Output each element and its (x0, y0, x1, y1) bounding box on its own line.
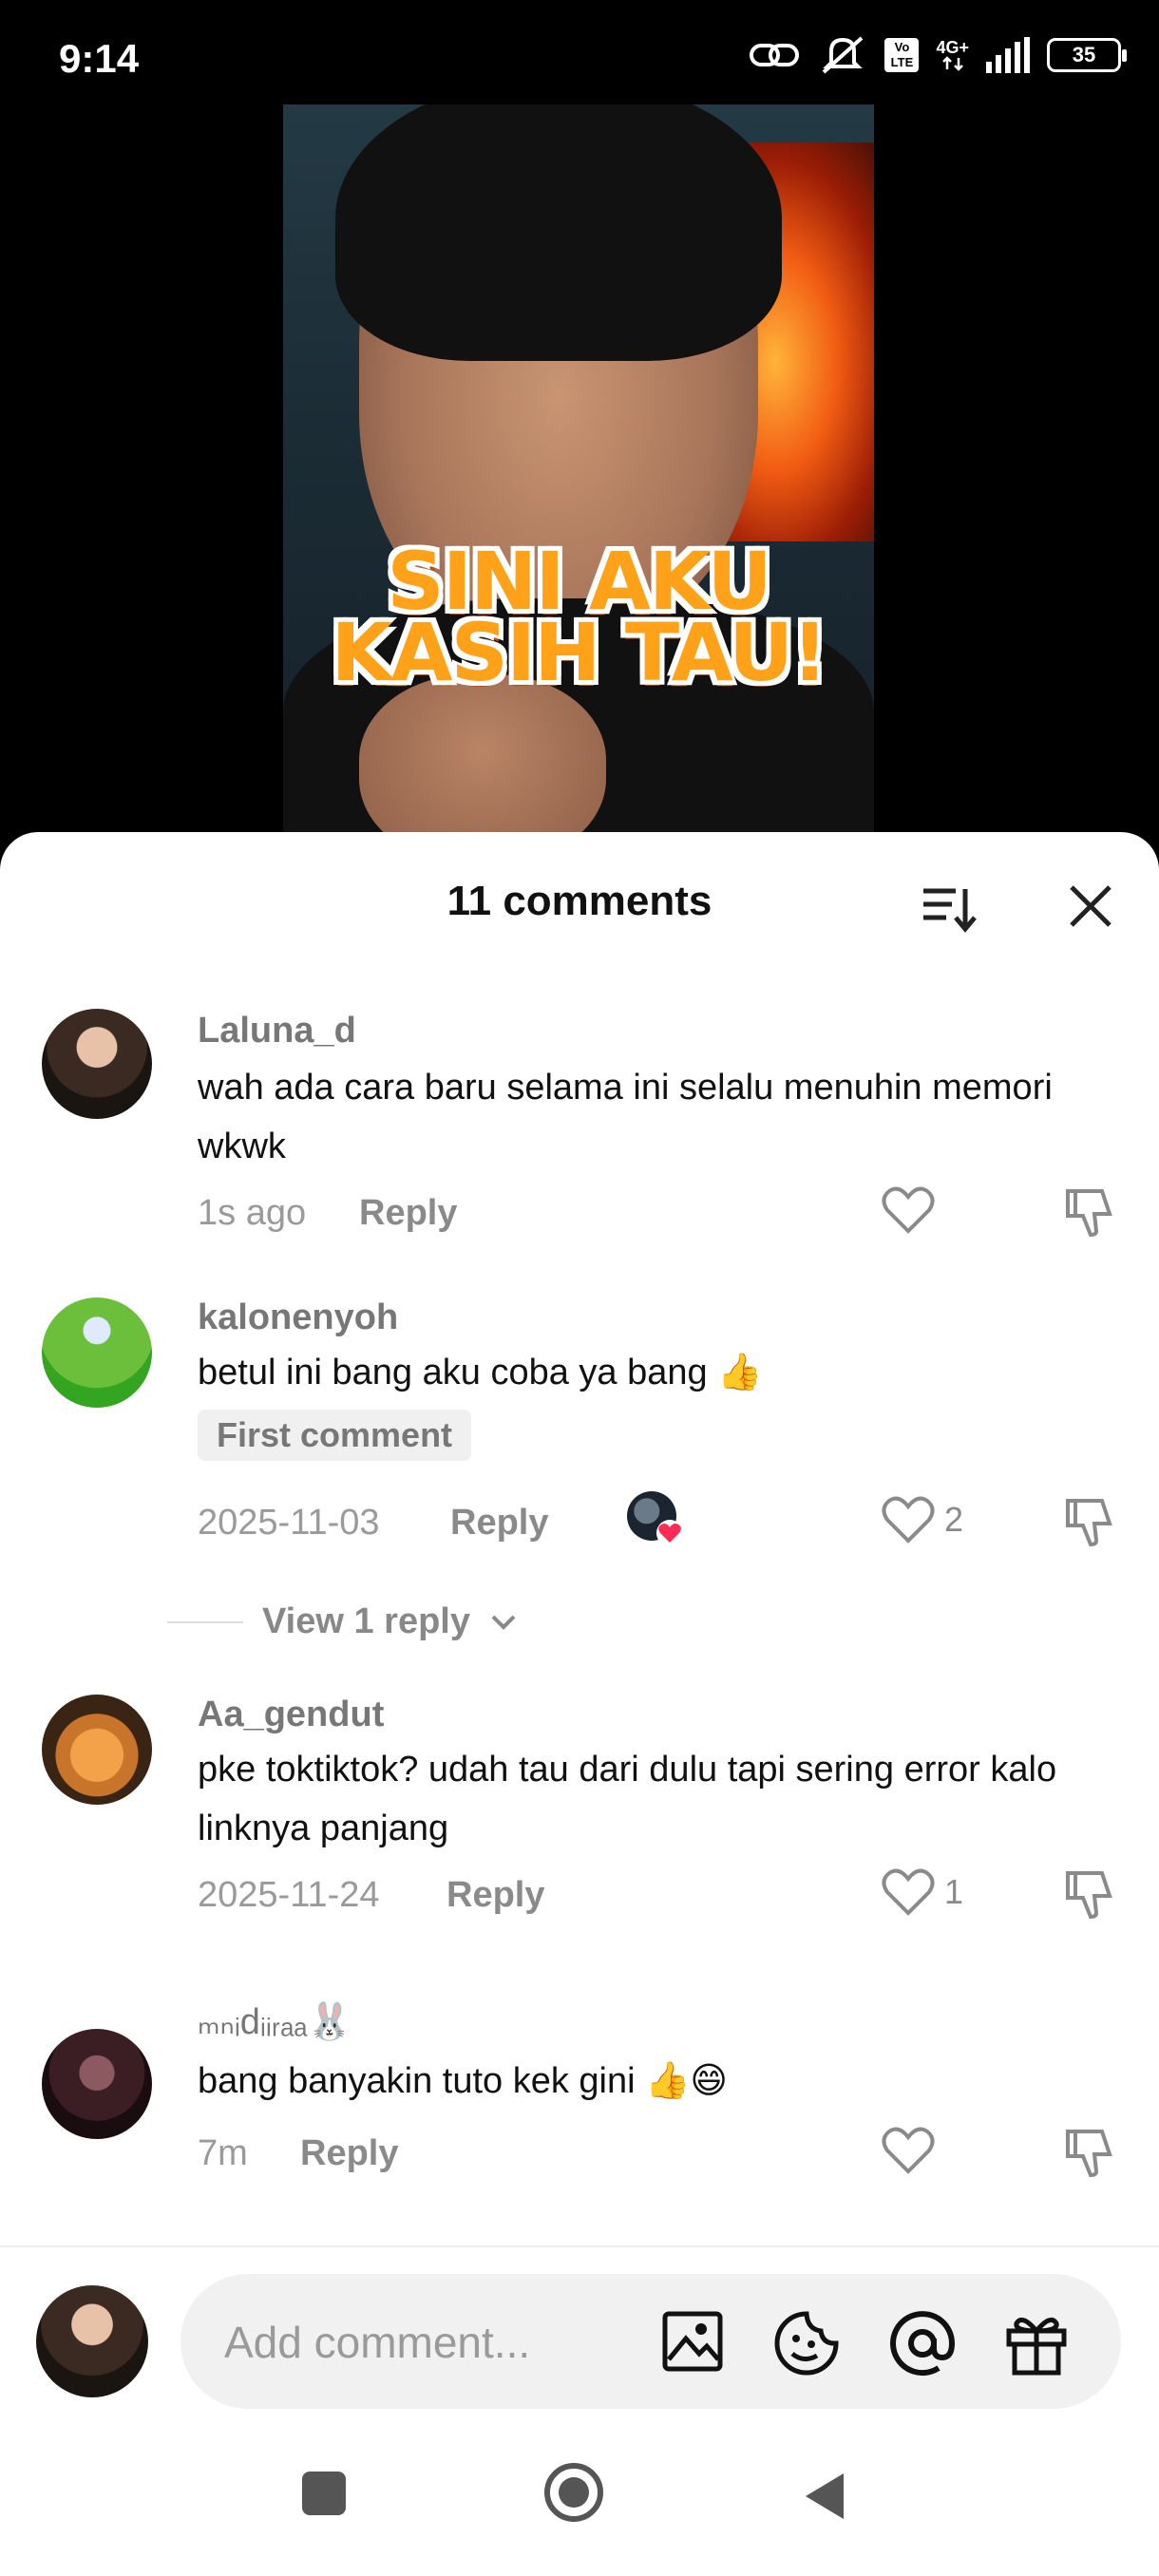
arrows-icon (941, 56, 963, 71)
comment-text: pke toktiktok? udah tau dari dulu tapi s… (198, 1750, 1057, 1848)
person-hand (359, 674, 606, 845)
current-user-avatar (36, 2285, 148, 2397)
back-icon[interactable] (800, 2470, 847, 2523)
creator-heart-icon (656, 1520, 683, 1546)
video-player[interactable]: SINI AKU KASIH TAU! (283, 104, 874, 845)
comment-input-bar (0, 2245, 1159, 2418)
reply-button[interactable]: Reply (359, 1193, 457, 1234)
like-button[interactable]: 2 (882, 1495, 963, 1544)
comment-time: 2025-11-03 (198, 1503, 380, 1543)
like-count: 1 (944, 1872, 964, 1911)
battery-level: 35 (1072, 43, 1096, 66)
mute-icon (823, 36, 864, 74)
like-button[interactable] (882, 1185, 944, 1235)
comment-username[interactable]: kalonenyoh (198, 1297, 398, 1338)
comment-count: 11 comments (446, 878, 712, 924)
volte-badge: Vo LTE (884, 38, 920, 72)
comment-text: betul ini bang aku coba ya bang 👍 (198, 1353, 763, 1392)
comment-time: 7m (198, 2133, 248, 2173)
recents-icon[interactable] (300, 2470, 348, 2517)
gift-icon[interactable] (1003, 2310, 1070, 2377)
dislike-icon[interactable] (1062, 1185, 1117, 1239)
link-icon (750, 44, 800, 66)
comment-item: kalonenyoh betul ini bang aku coba ya ba… (0, 1297, 1159, 1641)
view-replies-button[interactable]: View 1 reply (167, 1601, 642, 1642)
battery-icon: 35 (1047, 38, 1127, 72)
comment-time: 2025-11-24 (198, 1875, 380, 1915)
divider (167, 1620, 243, 1623)
reply-button[interactable]: Reply (450, 1503, 548, 1544)
comment-username[interactable]: ₘₙᵢdᵢᵢᵣₐₐ🐰 (198, 2000, 352, 2043)
chevron-down-icon (491, 1615, 516, 1630)
reply-button[interactable]: Reply (300, 2133, 398, 2174)
sort-icon[interactable] (920, 881, 977, 935)
comment-input[interactable] (222, 2308, 625, 2377)
heart-icon (882, 2127, 935, 2174)
avatar[interactable] (42, 2029, 152, 2139)
comment-item: ₘₙᵢdᵢᵢᵣₐₐ🐰 bang banyakin tuto kek gini 👍… (0, 2000, 1159, 2238)
heart-icon (882, 1868, 935, 1916)
image-icon[interactable] (661, 2310, 724, 2373)
reply-button[interactable]: Reply (446, 1875, 544, 1916)
like-button[interactable]: 1 (882, 1867, 963, 1917)
like-button[interactable] (882, 2126, 944, 2175)
status-time: 9:14 (59, 36, 140, 81)
home-icon[interactable] (543, 2462, 604, 2523)
emoji-icon[interactable] (773, 2310, 840, 2377)
dislike-icon[interactable] (1062, 1867, 1117, 1921)
comment-time: 1s ago (198, 1193, 307, 1233)
comment-text: wah ada cara baru selama ini selalu menu… (198, 1068, 1053, 1166)
view-replies-label: View 1 reply (262, 1601, 470, 1641)
status-bar: 9:14 Vo LTE 4G+ 35 (0, 0, 1159, 104)
like-count: 2 (944, 1500, 964, 1539)
heart-icon (882, 1186, 935, 1234)
avatar[interactable] (42, 1695, 152, 1805)
video-caption-line2: KASIH TAU! (331, 606, 827, 699)
comment-text: bang banyakin tuto kek gini 👍😄 (198, 2061, 729, 2101)
close-icon[interactable] (1066, 881, 1115, 931)
first-comment-badge: First comment (198, 1410, 472, 1461)
person-hair (335, 104, 782, 361)
status-icons: Vo LTE 4G+ 35 (748, 34, 1127, 76)
sheet-header: 11 comments (0, 832, 1159, 975)
signal-icon (986, 37, 1030, 73)
mention-icon[interactable] (889, 2310, 956, 2377)
dislike-icon[interactable] (1062, 2126, 1117, 2179)
comment-username[interactable]: Aa_gendut (198, 1695, 384, 1735)
avatar[interactable] (42, 1297, 152, 1408)
comment-input-container[interactable] (180, 2274, 1121, 2409)
system-nav-bar (0, 2416, 1159, 2576)
comment-username[interactable]: Laluna_d (198, 1011, 356, 1051)
network-type: 4G+ (936, 38, 969, 57)
heart-icon (882, 1496, 935, 1544)
dislike-icon[interactable] (1062, 1495, 1117, 1548)
comment-item: Laluna_d wah ada cara baru selama ini se… (0, 984, 1159, 1238)
comment-item: Aa_gendut pke toktiktok? udah tau dari d… (0, 1695, 1159, 1941)
avatar[interactable] (42, 1009, 152, 1119)
